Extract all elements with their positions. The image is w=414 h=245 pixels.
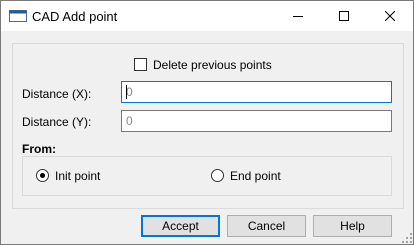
distance-x-value: 0 (126, 85, 133, 99)
app-window-icon (9, 10, 27, 22)
window-title: CAD Add point (32, 9, 118, 24)
distance-y-input[interactable]: 0 (121, 110, 392, 132)
delete-previous-points-label[interactable]: Delete previous points (153, 58, 272, 72)
help-button[interactable]: Help (313, 215, 392, 237)
init-point-radio[interactable] (36, 169, 49, 182)
distance-y-label: Distance (Y): (22, 115, 92, 129)
accept-button[interactable]: Accept (141, 215, 220, 237)
from-label: From: (22, 142, 56, 156)
minimize-button[interactable] (275, 1, 321, 31)
title-bar[interactable]: CAD Add point (1, 1, 413, 31)
resize-grip-icon[interactable] (401, 232, 413, 244)
end-point-label[interactable]: End point (230, 169, 281, 183)
maximize-button[interactable] (321, 1, 367, 31)
text-caret (126, 85, 127, 99)
dialog-window: CAD Add point Delete previous points Dis… (0, 0, 414, 245)
distance-x-input[interactable]: 0 (121, 81, 392, 103)
close-icon (385, 11, 395, 21)
end-point-radio[interactable] (211, 169, 224, 182)
maximize-icon (339, 11, 349, 21)
distance-y-value: 0 (126, 114, 133, 128)
close-button[interactable] (367, 1, 413, 31)
delete-previous-points-checkbox[interactable] (134, 58, 147, 71)
init-point-label[interactable]: Init point (55, 169, 100, 183)
distance-x-label: Distance (X): (22, 87, 92, 101)
radio-selected-dot (40, 173, 45, 178)
cancel-button[interactable]: Cancel (227, 215, 306, 237)
minimize-icon (293, 16, 303, 17)
